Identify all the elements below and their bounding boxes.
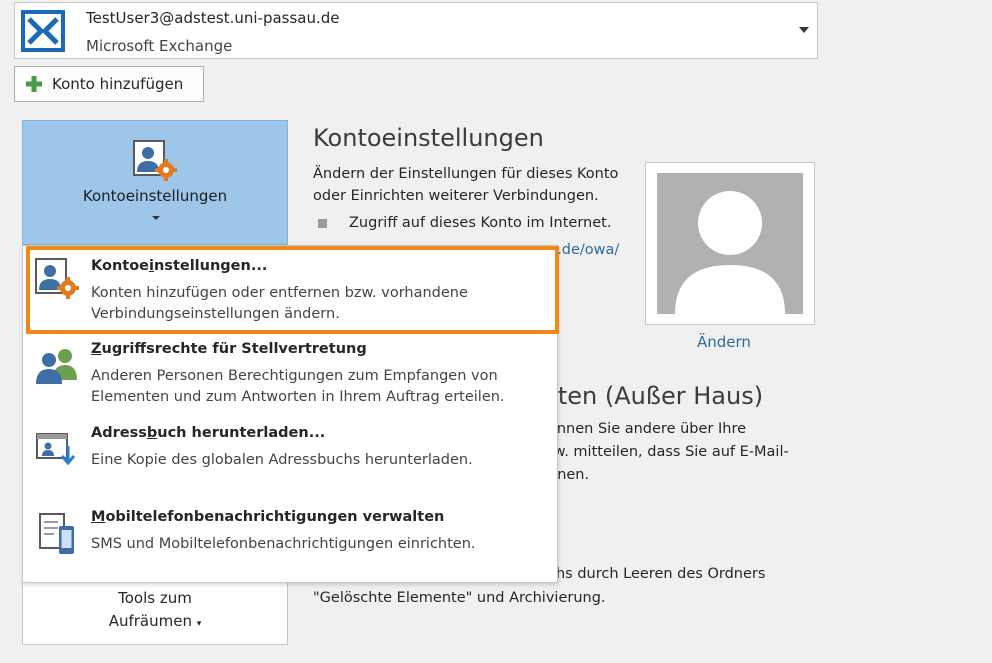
account-type: Microsoft Exchange	[86, 37, 233, 55]
web-access-bullet: Zugriff auf dieses Konto im Internet.	[318, 215, 611, 231]
account-settings-icon	[35, 258, 79, 299]
plus-icon	[26, 76, 42, 92]
account-settings-label: Kontoeinstellungen	[82, 187, 228, 205]
account-settings-icon	[133, 140, 177, 181]
address-book-download-icon	[36, 433, 76, 466]
exchange-logo-icon	[21, 10, 65, 52]
menu-item-description: Anderen Personen Berechtigungen zum Empf…	[91, 368, 505, 405]
section-title: Kontoeinstellungen	[313, 124, 544, 152]
account-email: TestUser3@adstest.uni-passau.de	[86, 9, 340, 27]
bullet-icon	[318, 218, 327, 228]
mobile-phone-icon	[39, 513, 74, 554]
add-account-button[interactable]: Konto hinzufügen	[14, 66, 204, 102]
menu-item-title: Adressbuch herunterladen...	[91, 425, 326, 441]
menu-item-mobile-notifications[interactable]: Mobiltelefonbenachrichtigungen verwalten…	[23, 506, 557, 576]
menu-item-download-address-book[interactable]: Adressbuch herunterladen... Eine Kopie d…	[23, 422, 557, 492]
chevron-down-icon[interactable]	[799, 27, 809, 33]
menu-item-title: Mobiltelefonbenachrichtigungen verwalten	[91, 509, 445, 525]
menu-item-title: Zugriffsrechte für Stellvertretung	[91, 341, 367, 357]
automatic-replies-title: rten (Außer Haus)	[548, 382, 764, 410]
profile-picture-frame	[645, 162, 815, 325]
menu-item-description: SMS und Mobiltelefonbenachrichtigungen e…	[91, 536, 476, 552]
cleanup-tools-button[interactable]: Tools zum Aufräumen ▾	[22, 578, 288, 645]
caret-down-icon: ▾	[196, 619, 202, 629]
account-settings-menu: Kontoeinstellungen... Konten hinzufügen …	[22, 245, 559, 583]
person-silhouette-icon	[675, 191, 785, 314]
people-icon	[36, 349, 77, 384]
account-selector[interactable]: TestUser3@adstest.uni-passau.de Microsof…	[14, 2, 818, 59]
account-settings-button[interactable]: Kontoeinstellungen	[22, 120, 288, 245]
menu-item-account-settings[interactable]: Kontoeinstellungen... Konten hinzufügen …	[26, 246, 559, 334]
menu-item-title: Kontoeinstellungen...	[91, 258, 268, 274]
section-description: Ändern der Einstellungen für dieses Kont…	[313, 166, 619, 204]
menu-item-description: Konten hinzufügen oder entfernen bzw. vo…	[91, 285, 468, 322]
caret-down-icon	[152, 216, 160, 220]
menu-item-delegate-access[interactable]: Zugriffsrechte für Stellvertretung Ander…	[23, 338, 557, 418]
automatic-replies-desc: önnen Sie andere über Ihre	[548, 421, 747, 437]
change-picture-link[interactable]: Ändern	[697, 333, 751, 351]
add-account-label: Konto hinzufügen	[52, 75, 184, 93]
profile-picture	[657, 173, 803, 314]
cleanup-desc: chs durch Leeren des Ordners	[548, 566, 766, 582]
menu-item-description: Eine Kopie des globalen Adressbuchs heru…	[91, 452, 473, 468]
